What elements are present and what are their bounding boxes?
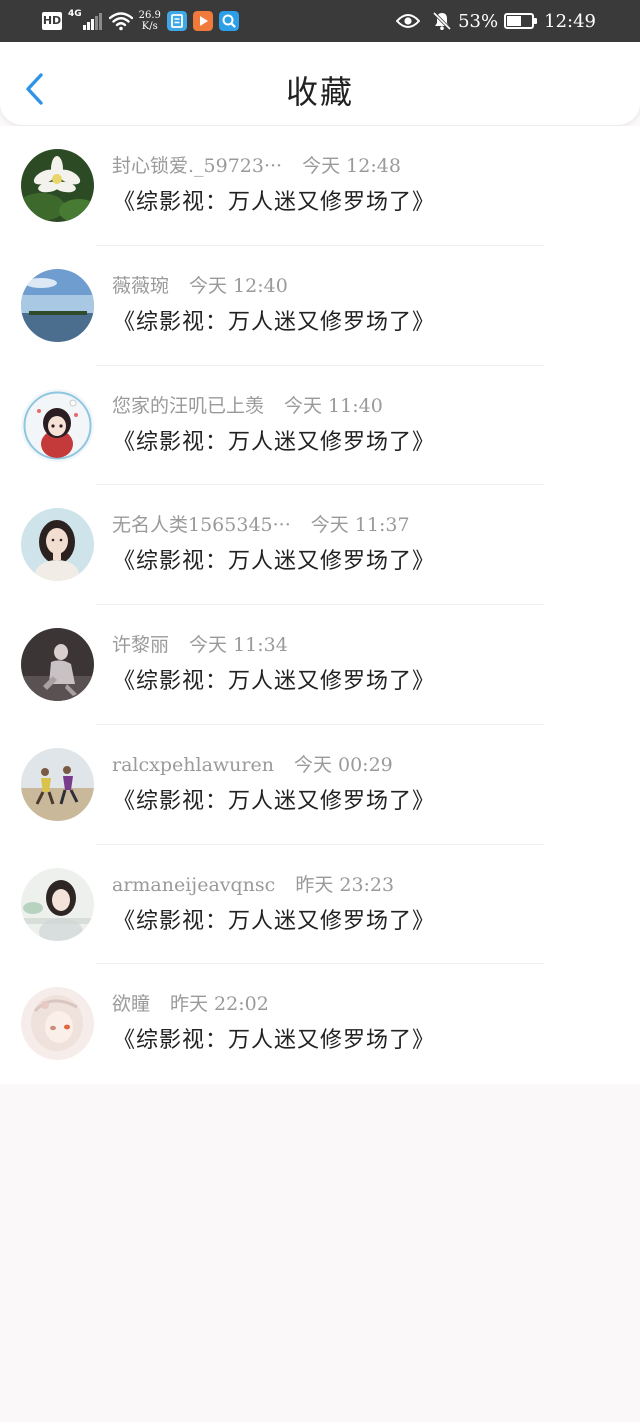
avatar[interactable] (21, 867, 94, 941)
avatar[interactable] (21, 747, 94, 821)
list-item[interactable]: 您家的汪叽已上羡 今天 11:40 《综影视：万人迷又修罗场了》 (0, 366, 640, 486)
timestamp: 今天 12:40 (189, 274, 288, 297)
list-item[interactable]: ralcxpehlawuren 今天 00:29 《综影视：万人迷又修罗场了》 (0, 725, 640, 845)
battery-icon (504, 13, 538, 29)
list-item[interactable]: 薇薇琬 今天 12:40 《综影视：万人迷又修罗场了》 (0, 246, 640, 366)
message-text: 《综影视：万人迷又修罗场了》 (113, 788, 436, 814)
item-meta: 欲瞳 昨天 22:02 (112, 991, 269, 1017)
timestamp: 今天 12:48 (302, 155, 401, 177)
message-text: 《综影视：万人迷又修罗场了》 (113, 549, 436, 575)
timestamp: 昨天 23:23 (295, 873, 395, 896)
username: 无名人类1565345··· (112, 514, 291, 537)
clock: 12:49 (544, 10, 596, 32)
message-text: 《综影视：万人迷又修罗场了》 (113, 908, 436, 934)
timestamp: 今天 11:34 (189, 634, 288, 656)
network-type: 4G (68, 9, 82, 19)
status-bar: HD 4G 26.9 K/s 53% 12:49 (0, 0, 640, 42)
username: 封心锁爱._59723··· (112, 155, 283, 177)
mute-bell-icon (432, 11, 452, 31)
app-notification-icon (166, 11, 187, 31)
video-app-icon (192, 11, 213, 31)
avatar[interactable] (21, 388, 94, 462)
username: ralcxpehlawuren (112, 753, 274, 776)
speed-unit: K/s (141, 21, 158, 32)
item-meta: 您家的汪叽已上羡 今天 11:40 (112, 393, 383, 419)
battery-percent: 53% (458, 10, 499, 32)
avatar[interactable] (21, 268, 94, 342)
username: 欲瞳 (112, 993, 151, 1016)
list-item[interactable]: 欲瞳 昨天 22:02 《综影视：万人迷又修罗场了》 (0, 964, 640, 1084)
item-meta: 封心锁爱._59723··· 今天 12:48 (112, 153, 401, 179)
username: 许黎丽 (112, 634, 170, 656)
item-meta: 许黎丽 今天 11:34 (112, 632, 288, 658)
top-bar: 收藏 (0, 42, 640, 125)
username: 薇薇琬 (112, 274, 170, 297)
page-title: 收藏 (285, 73, 354, 111)
message-text: 《综影视：万人迷又修罗场了》 (113, 429, 436, 455)
timestamp: 今天 11:40 (284, 394, 383, 417)
network-speed: 26.9 K/s (139, 10, 161, 32)
eye-icon (396, 14, 421, 28)
list-item[interactable]: 无名人类1565345··· 今天 11:37 《综影视：万人迷又修罗场了》 (0, 485, 640, 605)
signal-icon (82, 12, 103, 30)
message-text: 《综影视：万人迷又修罗场了》 (113, 309, 436, 335)
item-meta: 薇薇琬 今天 12:40 (112, 273, 288, 299)
hd-icon: HD (42, 12, 62, 30)
speed-value: 26.9 (138, 10, 161, 21)
item-meta: ralcxpehlawuren 今天 00:29 (112, 752, 393, 778)
avatar[interactable] (21, 987, 94, 1061)
timestamp: 昨天 22:02 (170, 993, 269, 1016)
timestamp: 今天 11:37 (310, 514, 410, 537)
avatar[interactable] (21, 149, 94, 222)
battery-fill (507, 16, 521, 26)
timestamp: 今天 00:29 (293, 753, 393, 776)
search-app-icon (218, 11, 239, 31)
list-item[interactable]: 封心锁爱._59723··· 今天 12:48 《综影视：万人迷又修罗场了》 (0, 126, 640, 246)
list-item[interactable]: armaneijeavqnsc 昨天 23:23 《综影视：万人迷又修罗场了》 (0, 845, 640, 965)
wifi-icon (108, 12, 133, 31)
message-text: 《综影视：万人迷又修罗场了》 (113, 669, 436, 694)
favorites-list: 封心锁爱._59723··· 今天 12:48 《综影视：万人迷又修罗场了》 薇薇… (0, 126, 640, 1084)
item-meta: armaneijeavqnsc 昨天 23:23 (112, 872, 394, 898)
item-meta: 无名人类1565345··· 今天 11:37 (112, 512, 410, 538)
avatar[interactable] (21, 508, 94, 582)
message-text: 《综影视：万人迷又修罗场了》 (113, 1028, 436, 1054)
avatar[interactable] (21, 628, 94, 701)
username: 您家的汪叽已上羡 (112, 394, 265, 417)
message-text: 《综影视：万人迷又修罗场了》 (113, 190, 436, 215)
list-item[interactable]: 许黎丽 今天 11:34 《综影视：万人迷又修罗场了》 (0, 605, 640, 725)
username: armaneijeavqnsc (112, 873, 276, 896)
